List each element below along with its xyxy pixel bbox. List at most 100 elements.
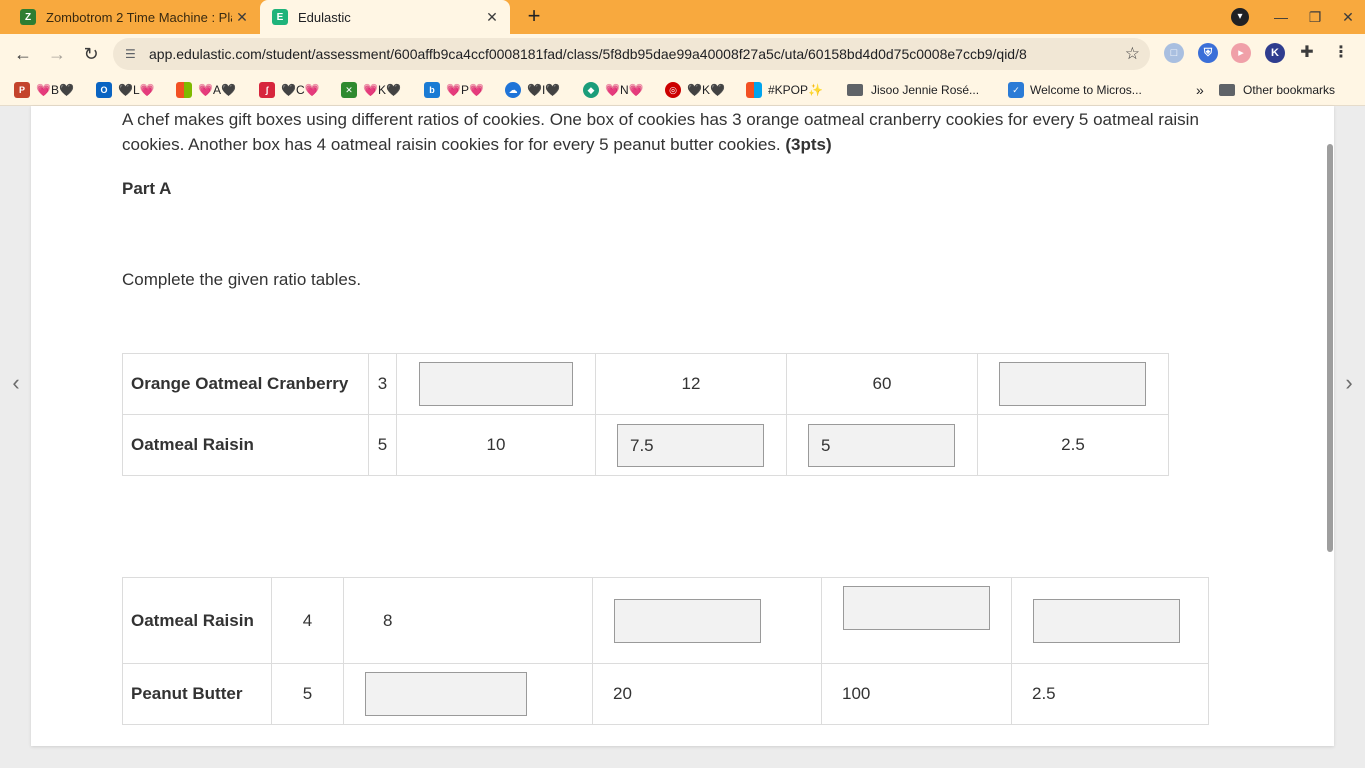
bookmark-label: 🖤K🖤 [687, 83, 725, 97]
tab-title: Zombotrom 2 Time Machine : Pla [46, 9, 232, 25]
table-cell [1011, 577, 1209, 664]
k-extension-icon[interactable]: K [1265, 43, 1285, 63]
ratio-table-1: Orange Oatmeal Cranberry 3 12 60 Oatmeal… [122, 353, 1169, 476]
bookmark-label: 🖤C💗 [281, 83, 320, 97]
row-label: Orange Oatmeal Cranberry [122, 353, 369, 415]
tab-edulastic[interactable]: E Edulastic ✕ [260, 0, 510, 34]
minimize-icon[interactable]: — [1266, 5, 1296, 29]
bookmark-star-icon[interactable]: ☆ [1125, 42, 1140, 66]
bookmark-folder[interactable]: Jisoo Jennie Rosé... [847, 81, 979, 99]
gem-icon: ◆ [583, 82, 599, 98]
answer-input[interactable] [419, 362, 573, 406]
bookmark-label: #KPOP✨ [768, 83, 823, 97]
tab-strip: Z Zombotrom 2 Time Machine : Pla ✕ E Edu… [0, 0, 1365, 34]
onedrive-icon: ☁ [505, 82, 521, 98]
table-row: Orange Oatmeal Cranberry 3 12 60 [122, 353, 1169, 415]
answer-input[interactable]: 5 [808, 423, 955, 467]
question-text: A chef makes gift boxes using different … [122, 107, 1252, 157]
row-label: Oatmeal Raisin [122, 577, 272, 664]
back-icon[interactable]: ← [11, 42, 35, 66]
forward-icon[interactable]: → [45, 42, 69, 66]
table-cell: 100 [821, 663, 1012, 725]
address-bar[interactable]: ☰ app.edulastic.com/student/assessment/6… [113, 38, 1150, 70]
row-label: Oatmeal Raisin [122, 414, 369, 476]
table-cell: 5 [368, 414, 397, 476]
answer-input[interactable] [843, 586, 990, 630]
table-cell: 4 [271, 577, 344, 664]
bookmark-item[interactable]: O 🖤L💗 [96, 81, 155, 99]
table-cell: 5 [786, 414, 978, 476]
row-label: Peanut Butter [122, 663, 272, 725]
xbox-icon: ✕ [341, 82, 357, 98]
table-cell: 3 [368, 353, 397, 415]
page-viewport: ‹ › A chef makes gift boxes using differ… [0, 106, 1365, 768]
table-cell: 10 [396, 414, 596, 476]
bookmark-label: Other bookmarks [1243, 83, 1336, 97]
bookmark-label: 💗B🖤 [36, 83, 74, 97]
bookmark-item[interactable]: ☁ 🖤I🖤 [505, 81, 560, 99]
previous-question-icon[interactable]: ‹ [6, 368, 26, 398]
edulastic-favicon-icon: E [272, 9, 288, 25]
answer-input[interactable] [999, 362, 1146, 406]
bookmark-item[interactable]: b 💗P💗 [424, 81, 484, 99]
folder-icon [1219, 84, 1235, 96]
bookmark-item[interactable]: ◆ 💗N💗 [583, 81, 644, 99]
tab-search-icon[interactable]: ▾ [1231, 8, 1249, 26]
other-bookmarks[interactable]: Other bookmarks [1219, 81, 1335, 99]
reading-mode-icon[interactable]: □ [1164, 43, 1184, 63]
video-extension-icon[interactable]: ▸ [1231, 43, 1251, 63]
bookmark-label: 💗P💗 [446, 83, 484, 97]
bookmark-label: 🖤I🖤 [527, 83, 561, 97]
close-window-icon[interactable]: ✕ [1333, 5, 1363, 29]
browser-toolbar: ← → ↻ ☰ app.edulastic.com/student/assess… [0, 34, 1365, 74]
question-points: (3pts) [785, 135, 832, 154]
bookmark-item[interactable]: ✕ 💗K🖤 [341, 81, 401, 99]
red-app-icon: ʃ [259, 82, 275, 98]
bookmark-label: 💗A🖤 [198, 83, 236, 97]
url-text[interactable]: app.edulastic.com/student/assessment/600… [149, 38, 1109, 70]
reload-icon[interactable]: ↻ [79, 42, 103, 66]
table-cell: 8 [343, 577, 593, 664]
todo-icon: ✓ [1008, 82, 1024, 98]
bing-icon: b [424, 82, 440, 98]
bookmark-item[interactable]: ✓ Welcome to Micros... [1008, 81, 1142, 99]
answer-input[interactable] [365, 672, 527, 716]
table-cell: 12 [595, 353, 787, 415]
bookmark-item[interactable]: P 💗B🖤 [14, 81, 74, 99]
ratio-table-2: Oatmeal Raisin 4 8 Peanut Butter 5 20 10… [122, 577, 1209, 725]
part-heading: Part A [122, 179, 172, 198]
answer-input[interactable] [1033, 598, 1180, 643]
table-cell [343, 663, 593, 725]
bookmark-label: 🖤L💗 [118, 83, 155, 97]
bookmark-label: 💗N💗 [605, 83, 644, 97]
table-cell: 5 [271, 663, 344, 725]
folder-icon [847, 84, 863, 96]
microsoft-icon [176, 82, 192, 98]
shield-extension-icon[interactable]: ⛨ [1198, 43, 1218, 63]
bookmarks-overflow-icon[interactable]: » [1196, 81, 1204, 99]
table-row: Oatmeal Raisin 4 8 [122, 577, 1209, 664]
extensions-puzzle-icon[interactable]: ✚ [1297, 43, 1317, 63]
close-tab-icon[interactable]: ✕ [232, 7, 252, 27]
table-cell [821, 577, 1012, 664]
next-question-icon[interactable]: › [1339, 368, 1359, 398]
microsoft-icon [746, 82, 762, 98]
target-icon: ◎ [665, 82, 681, 98]
bookmark-item[interactable]: 💗A🖤 [176, 81, 236, 99]
scrollbar-thumb[interactable] [1327, 144, 1333, 552]
table-cell [396, 353, 596, 415]
new-tab-icon[interactable]: + [522, 5, 546, 29]
restore-icon[interactable]: ❐ [1300, 5, 1330, 29]
bookmark-item[interactable]: ʃ 🖤C💗 [259, 81, 320, 99]
table-cell: 20 [592, 663, 822, 725]
answer-input[interactable] [614, 598, 761, 643]
answer-input[interactable]: 7.5 [617, 423, 764, 467]
tab-zombotron[interactable]: Z Zombotrom 2 Time Machine : Pla ✕ [8, 0, 260, 34]
bookmark-item[interactable]: ◎ 🖤K🖤 [665, 81, 725, 99]
menu-kebab-icon[interactable]: ⋮ [1331, 43, 1351, 63]
bookmark-label: 💗K🖤 [363, 83, 401, 97]
bookmark-item[interactable]: #KPOP✨ [746, 81, 823, 99]
instruction-text: Complete the given ratio tables. [122, 270, 362, 289]
close-tab-icon[interactable]: ✕ [482, 7, 502, 27]
site-info-icon[interactable]: ☰ [125, 46, 141, 62]
